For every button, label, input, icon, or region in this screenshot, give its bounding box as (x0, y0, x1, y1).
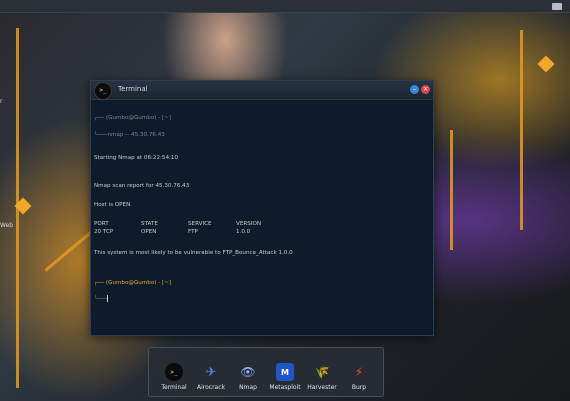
app-dock: >_ Terminal ✈ Airocrack 👁 Nmap M Metaspl… (148, 347, 384, 397)
table-header-version: VERSION (236, 221, 262, 227)
dock-item-label: Airocrack (197, 384, 225, 391)
terminal-titlebar[interactable]: >_ Terminal – × (91, 81, 433, 100)
command-line[interactable]: └─── (94, 295, 109, 303)
window-title: Terminal (118, 85, 148, 93)
nmap-icon: 👁 (240, 365, 256, 379)
metasploit-icon: M (276, 363, 294, 381)
output-line: Host is OPEN. (94, 202, 133, 208)
text-cursor (107, 295, 109, 302)
dock-item-label: Metasploit (269, 384, 301, 391)
dock-item-aircrack[interactable]: ✈ Airocrack (190, 363, 232, 392)
minimize-button[interactable]: – (410, 85, 419, 94)
output-line: Starting Nmap at 06:22:54:10 (94, 155, 179, 161)
harvester-icon: 🌾 (314, 365, 330, 379)
dock-item-label: Harvester (307, 384, 337, 391)
dock-item-label: Nmap (239, 384, 257, 391)
dock-item-label: Burp (351, 384, 367, 391)
dock-item-metasploit[interactable]: M Metasploit (264, 363, 306, 391)
table-header-state: STATE (141, 221, 158, 227)
close-button[interactable]: × (421, 85, 430, 94)
terminal-icon: >_ (94, 82, 112, 100)
table-cell-version: 1.0.0 (236, 229, 251, 235)
output-line: Nmap scan report for 45.30.76.43 (94, 183, 190, 189)
top-panel (0, 0, 570, 13)
command-line: └───nmap -- 45.30.76.43 (94, 132, 165, 138)
prompt-line: ┌── (Gumbo@Gumbo) - [~] (94, 115, 172, 121)
panel-control-icon[interactable] (552, 3, 562, 10)
command-prefix: └─── (94, 296, 108, 302)
prompt-line: ┌── (Gumbo@Gumbo) - [~] (94, 280, 172, 286)
table-header-service: SERVICE (188, 221, 212, 227)
terminal-window[interactable]: >_ Terminal – × ┌── (Gumbo@Gumbo) - [~] … (90, 80, 434, 336)
terminal-output[interactable]: ┌── (Gumbo@Gumbo) - [~] └───nmap -- 45.3… (91, 100, 433, 335)
table-header-port: PORT (94, 221, 109, 227)
dock-item-burp[interactable]: ⚡ Burp (338, 363, 380, 391)
aircrack-icon: ✈ (205, 364, 217, 380)
table-cell-port: 20 TCP (94, 229, 114, 235)
desktop-side-label: Web (0, 222, 14, 229)
dock-item-terminal[interactable]: >_ Terminal (153, 363, 195, 391)
wallpaper-decor-line (450, 130, 453, 250)
terminal-icon: >_ (165, 363, 183, 381)
output-line: This system is most likely to be vulnera… (94, 250, 293, 256)
burp-icon: ⚡ (354, 365, 364, 379)
wallpaper-decor-line (520, 30, 523, 230)
dock-item-harvester[interactable]: 🌾 Harvester (301, 363, 343, 391)
table-cell-state: OPEN (141, 229, 157, 235)
dock-item-label: Terminal (161, 384, 187, 391)
desktop-side-label: r (0, 98, 3, 105)
table-cell-service: FTP (188, 229, 198, 235)
dock-item-nmap[interactable]: 👁 Nmap (227, 363, 269, 391)
